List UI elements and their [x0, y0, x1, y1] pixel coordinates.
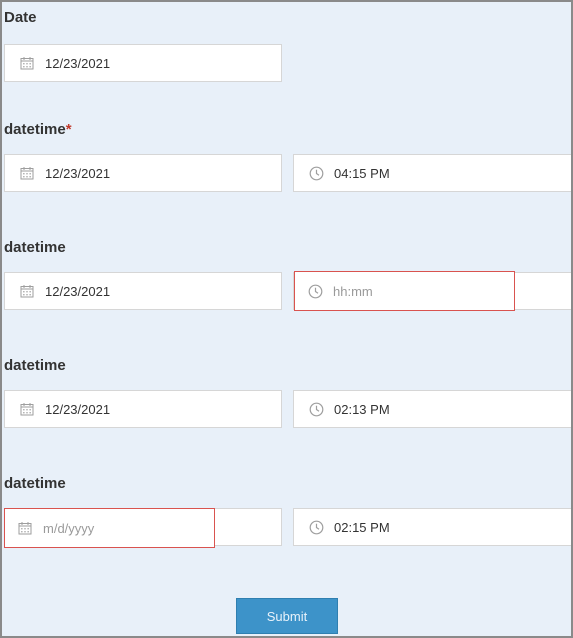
date-placeholder: m/d/yyyy — [43, 520, 95, 536]
clock-icon — [308, 165, 324, 181]
date-value: 12/23/2021 — [45, 165, 111, 181]
datetime-date-input[interactable]: 12/23/2021 — [4, 154, 282, 192]
time-placeholder: hh:mm — [333, 283, 373, 299]
date-input-invalid[interactable]: m/d/yyyy — [4, 508, 215, 548]
datetime-label: datetime — [4, 475, 66, 492]
datetime-date-input[interactable]: 12/23/2021 — [4, 272, 282, 310]
calendar-icon — [19, 283, 35, 299]
date-value: 12/23/2021 — [45, 283, 111, 299]
datetime-label: datetime — [4, 357, 66, 374]
time-value: 02:13 PM — [334, 401, 390, 417]
datetime-time-input[interactable]: 02:13 PM — [293, 390, 571, 428]
calendar-icon — [17, 520, 33, 536]
date-value: 12/23/2021 — [45, 401, 111, 417]
required-marker: * — [65, 121, 72, 138]
datetime-time-input[interactable]: 02:15 PM — [293, 508, 571, 546]
datetime-date-input[interactable]: 12/23/2021 — [4, 390, 282, 428]
date-label: Date — [4, 9, 37, 26]
date-value: 12/23/2021 — [45, 55, 111, 71]
calendar-icon — [19, 165, 35, 181]
datetime-time-input[interactable]: 04:15 PM — [293, 154, 571, 192]
date-input[interactable]: 12/23/2021 — [4, 44, 282, 82]
clock-icon — [308, 401, 324, 417]
calendar-icon — [19, 55, 35, 71]
time-value: 04:15 PM — [334, 165, 390, 181]
time-value: 02:15 PM — [334, 519, 390, 535]
datetime-label: datetime — [4, 239, 66, 256]
calendar-icon — [19, 401, 35, 417]
datetime-label: datetime* — [4, 121, 72, 138]
submit-button[interactable]: Submit — [236, 598, 338, 634]
form-panel: Date 12/23/2021 datetime* 12/23/2021 04:… — [0, 0, 573, 638]
clock-icon — [307, 283, 323, 299]
clock-icon — [308, 519, 324, 535]
time-input-invalid[interactable]: hh:mm — [294, 271, 515, 311]
